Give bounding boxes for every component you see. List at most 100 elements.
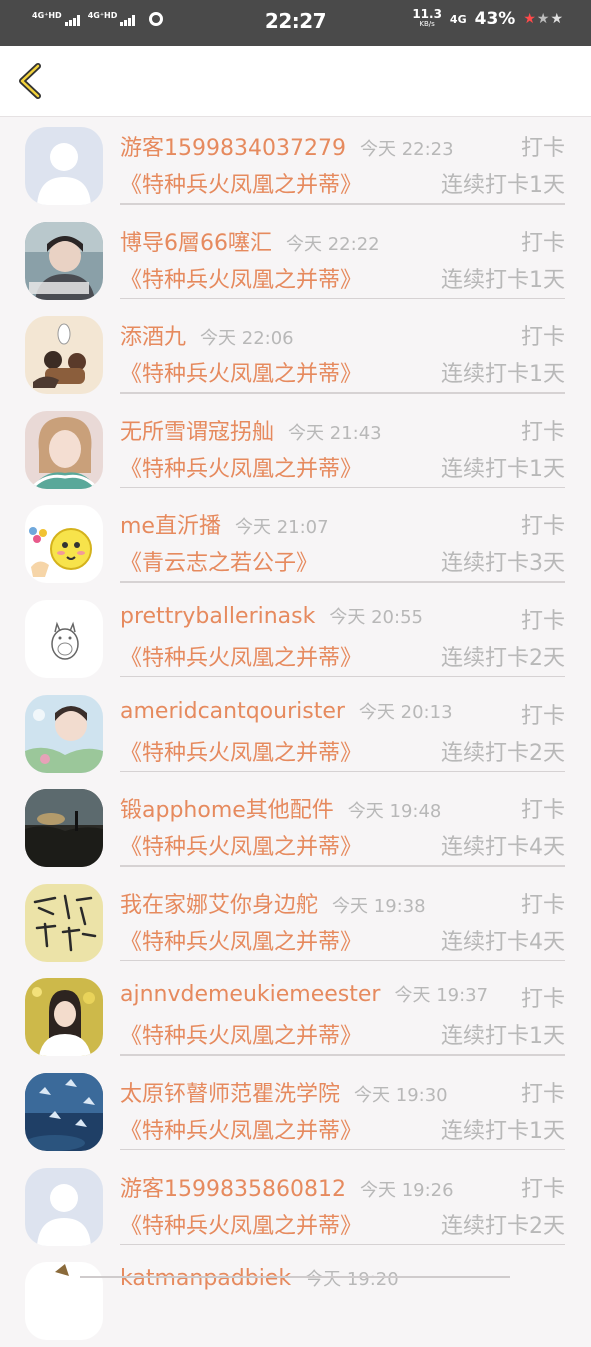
username[interactable]: 无所雪谓寇拐舢 今天 21:43 [120,414,382,446]
header [0,46,591,117]
checkin-time: 今天 22:06 [200,328,294,350]
checkin-time: 今天 20:55 [329,606,423,628]
streak-count: 连续打卡1天 [441,173,565,198]
streak-count: 连续打卡1天 [441,267,565,293]
checkin-time: 今天 19:37 [394,985,489,1007]
totoro-avatar[interactable] [25,599,103,678]
checkin-time: 今天 22:23 [359,139,454,160]
username[interactable]: 我在家娜艾你身边舵 今天 19:38 [120,887,426,919]
emoji-avatar[interactable] [25,505,103,584]
book-title[interactable]: 《青云志之若公子》 [120,545,318,577]
photo-avatar[interactable] [25,221,103,300]
streak-count: 连续打卡1天 [441,1024,565,1050]
status-right: 11.3 KB/s 4G 43% ★ ★ ★ [412,8,563,29]
book-title[interactable]: 《特种兵火凤凰之并蒂》 [120,640,362,672]
streak-count: 连续打卡3天 [441,551,565,577]
book-title[interactable]: 《特种兵火凤凰之并蒂》 [120,356,362,388]
username[interactable]: me直沂播 今天 21:07 [120,508,329,540]
username[interactable]: 太原钚瞽师范瞿洗学院 今天 19:30 [120,1076,448,1108]
checkin-time: 今天 19:38 [332,895,426,917]
checkin-time: 今天 22:22 [286,233,380,255]
divider [120,203,565,205]
username[interactable]: ajnnvdemeukiemeester 今天 19:37 [120,981,488,1007]
checkin-tag: 打卡 [520,987,565,1013]
battery-percent: 43% [474,9,516,29]
photo-avatar[interactable] [25,694,103,773]
book-title[interactable]: 《特种兵火凤凰之并蒂》 [120,262,362,294]
book-title[interactable]: 《特种兵火凤凰之并蒂》 [120,1208,362,1240]
photo-avatar[interactable] [25,978,103,1057]
list-item[interactable]: ajnnvdemeukiemeester 今天 19:37 打卡 《特种兵火凤凰之… [0,968,591,1063]
divider [120,675,565,678]
streak-count: 连续打卡2天 [441,740,565,766]
divider [120,959,565,962]
book-title[interactable]: 《特种兵火凤凰之并蒂》 [120,735,362,767]
list-item[interactable]: 博导6層66噻汇 今天 22:22 打卡 《特种兵火凤凰之并蒂》 连续打卡1天 [0,212,591,307]
default-avatar[interactable] [25,1167,103,1246]
checkin-tag: 打卡 [520,703,565,729]
username[interactable]: prettryballerinask 今天 20:55 [120,603,423,629]
divider [120,1148,565,1151]
divider [120,581,565,583]
divider [120,486,565,489]
username[interactable]: 锻apphome其他配件 今天 19:48 [120,792,441,824]
book-title[interactable]: 《特种兵火凤凰之并蒂》 [120,1018,362,1050]
checkin-time: 今天 20:13 [358,701,453,723]
book-title[interactable]: 《特种兵火凤凰之并蒂》 [120,1113,362,1145]
list-item[interactable]: 太原钚瞽师范瞿洗学院 今天 19:30 打卡 《特种兵火凤凰之并蒂》 连续打卡1天 [0,1063,591,1158]
list-item[interactable]: 我在家娜艾你身边舵 今天 19:38 打卡 《特种兵火凤凰之并蒂》 连续打卡4天 [0,874,591,969]
home-indicator[interactable] [80,1276,510,1278]
divider [120,1054,565,1056]
chevron-left-icon [19,63,41,99]
streak-count: 连续打卡2天 [441,645,565,671]
checkin-time: 今天 19:30 [354,1084,448,1106]
photo-avatar[interactable] [25,1262,103,1341]
checkin-tag: 打卡 [520,514,565,540]
username[interactable]: katmanpadbiek 今天 19:20 [120,1265,399,1291]
back-button[interactable] [14,62,48,100]
list-item[interactable]: 游客1599834037279 今天 22:23 打卡 《特种兵火凤凰之并蒂》 连… [0,117,591,212]
username[interactable]: 游客1599835860812 今天 19:26 [120,1171,454,1203]
divider [120,297,565,300]
divider [120,770,565,773]
calligraphy-avatar[interactable] [25,883,103,962]
checkin-time: 今天 19:26 [359,1179,454,1201]
status-bar: 4G⁺HD 4G⁺HD 22:27 11.3 KB/s 4G 43% ★ ★ ★ [0,0,591,46]
cartoon-avatar[interactable] [25,316,103,395]
username[interactable]: 博导6層66噻汇 今天 22:22 [120,225,380,257]
photo-avatar[interactable] [25,410,103,489]
default-avatar[interactable] [25,127,103,205]
username[interactable]: 游客1599834037279 今天 22:23 [120,130,454,162]
sunset-avatar[interactable] [25,789,103,868]
username[interactable]: 添酒九 今天 22:06 [120,319,294,351]
list-item[interactable]: 锻apphome其他配件 今天 19:48 打卡 《特种兵火凤凰之并蒂》 连续打卡… [0,779,591,874]
list-item[interactable]: 无所雪谓寇拐舢 今天 21:43 打卡 《特种兵火凤凰之并蒂》 连续打卡1天 [0,401,591,496]
checkin-time: 今天 21:43 [288,422,382,444]
network-type: 4G [449,12,467,26]
streak-count: 连续打卡1天 [441,362,565,388]
book-title[interactable]: 《特种兵火凤凰之并蒂》 [120,924,362,956]
list-item[interactable]: ameridcantqourister 今天 20:13 打卡 《特种兵火凤凰之并… [0,685,591,780]
checkin-tag: 打卡 [520,230,565,256]
checkin-time: 今天 19:48 [347,801,442,823]
list-item[interactable]: me直沂播 今天 21:07 打卡 《青云志之若公子》 连续打卡3天 [0,495,591,590]
username[interactable]: ameridcantqourister 今天 20:13 [120,698,453,724]
book-title[interactable]: 《特种兵火凤凰之并蒂》 [120,451,362,483]
book-title[interactable]: 《特种兵火凤凰之并蒂》 [120,167,362,199]
checkin-tag: 打卡 [520,1081,565,1107]
streak-count: 连续打卡1天 [441,456,565,482]
blue-avatar[interactable] [25,1072,103,1151]
divider [120,865,565,867]
checkin-tag: 打卡 [520,892,565,918]
list-item[interactable]: 游客1599835860812 今天 19:26 打卡 《特种兵火凤凰之并蒂》 连… [0,1158,591,1253]
divider [120,1243,565,1246]
list-item[interactable]: prettryballerinask 今天 20:55 打卡 《特种兵火凤凰之并蒂… [0,590,591,685]
checkin-tag: 打卡 [520,136,565,161]
streak-count: 连续打卡4天 [441,835,565,861]
book-title[interactable]: 《特种兵火凤凰之并蒂》 [120,829,362,861]
list-item-partial[interactable]: katmanpadbiek 今天 19:20 [0,1252,591,1347]
battery-stars-icon: ★ ★ ★ [523,11,563,27]
list-item[interactable]: 添酒九 今天 22:06 打卡 《特种兵火凤凰之并蒂》 连续打卡1天 [0,306,591,401]
checkin-tag: 打卡 [520,608,565,634]
streak-count: 连续打卡1天 [441,1118,565,1144]
